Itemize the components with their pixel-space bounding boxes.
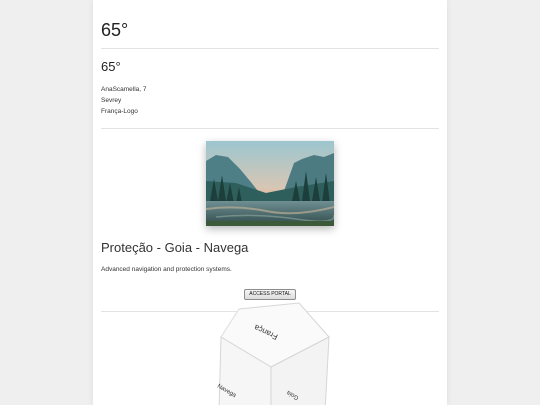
section-description: Advanced navigation and protection syste…	[101, 266, 232, 273]
divider	[101, 128, 439, 129]
address-line: Sevrey	[101, 97, 122, 104]
address-block: AnaScamella, 7 Sevrey França-Logo	[101, 84, 147, 117]
header-temperature: 65°	[101, 20, 129, 40]
rotating-cube[interactable]: França Navega Goia	[201, 297, 341, 405]
address-line: França-Logo	[101, 108, 138, 115]
divider	[101, 48, 439, 49]
content-card: 65° 65° AnaScamella, 7 Sevrey França-Log…	[93, 0, 447, 405]
address-line: AnaScamella, 7	[101, 86, 147, 93]
section-title: Proteção - Goia - Navega	[101, 240, 249, 255]
weather-temperature: 65°	[101, 59, 121, 74]
landscape-photo	[206, 141, 334, 226]
